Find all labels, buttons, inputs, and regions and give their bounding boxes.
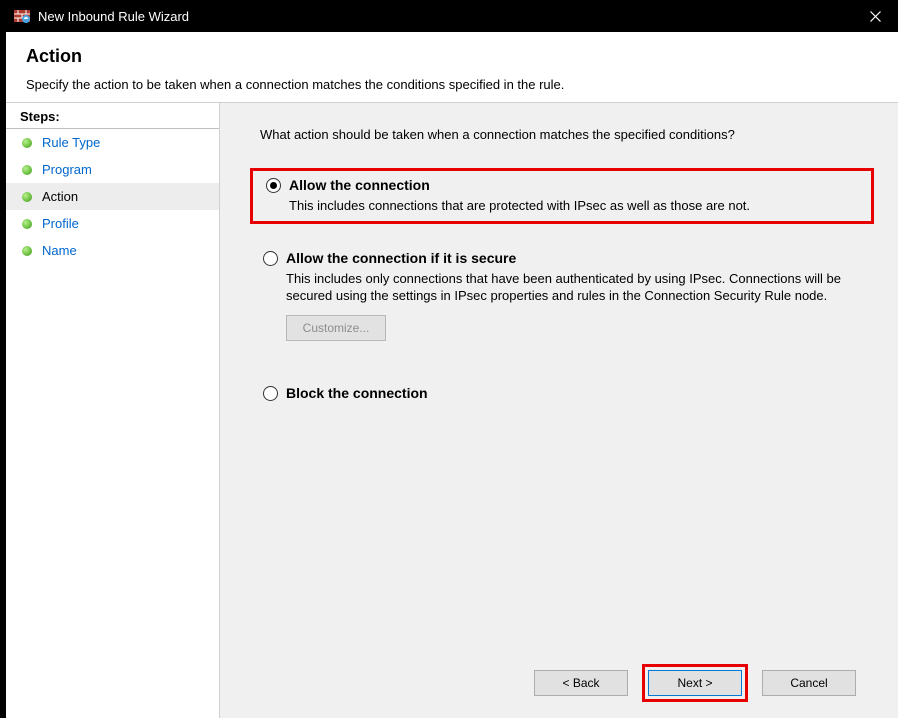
radio-allow[interactable] [266,178,281,193]
question-text: What action should be taken when a conne… [260,127,874,142]
customize-button: Customize... [286,315,386,341]
step-program[interactable]: Program [6,156,219,183]
step-label: Action [42,189,78,204]
bullet-icon [22,246,32,256]
step-label: Program [42,162,92,177]
back-button[interactable]: < Back [534,670,628,696]
bullet-icon [22,219,32,229]
steps-header: Steps: [6,107,219,129]
action-options: Allow the connection This includes conne… [250,168,874,407]
steps-sidebar: Steps: Rule Type Program Action Profile … [6,103,220,718]
wizard-window: New Inbound Rule Wizard Action Specify t… [6,0,898,718]
main-panel: What action should be taken when a conne… [220,103,898,718]
option-desc: This includes connections that are prote… [289,197,863,215]
option-allow[interactable]: Allow the connection This includes conne… [250,168,874,224]
footer-buttons: < Back Next > Cancel [250,654,874,718]
option-title: Allow the connection if it is secure [286,250,866,266]
cancel-button[interactable]: Cancel [762,670,856,696]
step-label: Name [42,243,77,258]
bullet-icon [22,138,32,148]
step-profile[interactable]: Profile [6,210,219,237]
firewall-icon [14,8,30,24]
radio-block[interactable] [263,386,278,401]
body: Steps: Rule Type Program Action Profile … [6,103,898,718]
step-label: Profile [42,216,79,231]
option-block[interactable]: Block the connection [250,379,874,407]
option-desc: This includes only connections that have… [286,270,866,305]
window-title: New Inbound Rule Wizard [38,9,852,24]
step-rule-type[interactable]: Rule Type [6,129,219,156]
bullet-icon [22,165,32,175]
page-title: Action [26,46,878,67]
option-allow-secure[interactable]: Allow the connection if it is secure Thi… [250,244,874,347]
page-description: Specify the action to be taken when a co… [26,77,878,92]
radio-allow-secure[interactable] [263,251,278,266]
next-highlight: Next > [642,664,748,702]
next-button[interactable]: Next > [648,670,742,696]
page-header: Action Specify the action to be taken wh… [6,32,898,103]
bullet-icon [22,192,32,202]
step-name[interactable]: Name [6,237,219,264]
titlebar: New Inbound Rule Wizard [6,0,898,32]
option-title: Allow the connection [289,177,863,193]
step-label: Rule Type [42,135,100,150]
close-button[interactable] [852,0,898,32]
option-title: Block the connection [286,385,866,401]
step-action[interactable]: Action [6,183,219,210]
